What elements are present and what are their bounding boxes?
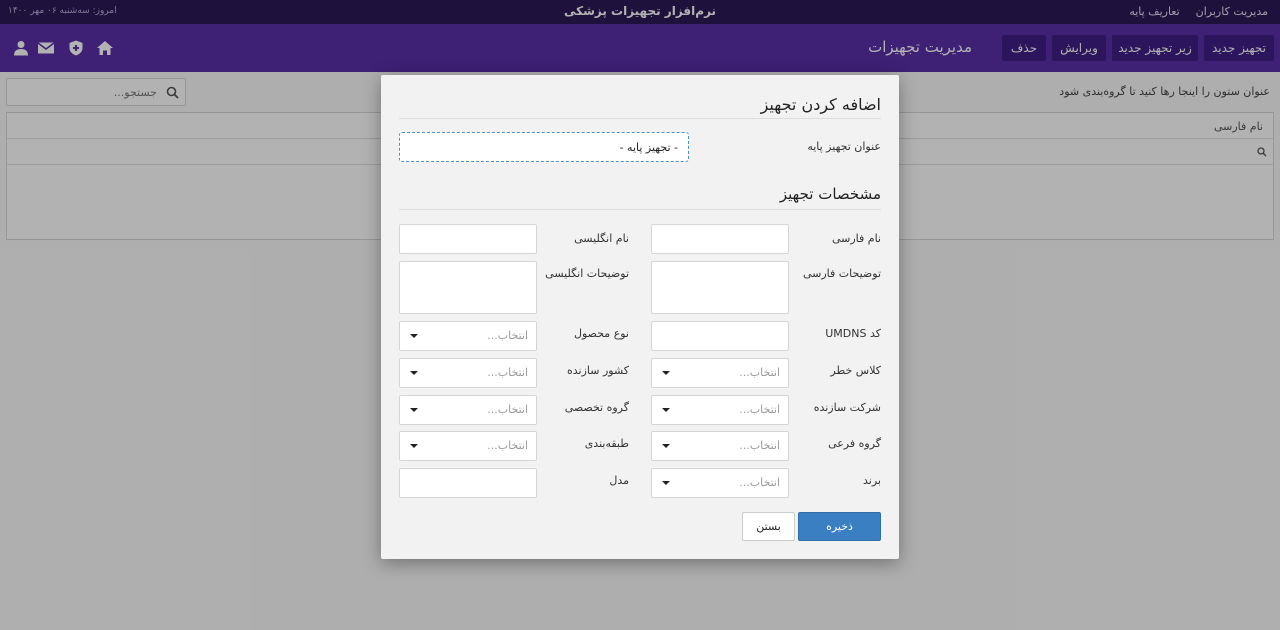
select-placeholder: انتخاب... [739,403,780,416]
title-divider [399,118,881,119]
specialty-group-label: گروه تخصصی [564,401,629,414]
save-button[interactable]: ذخیره [798,512,881,541]
base-equipment-value: - تجهیز پایه - [619,141,678,154]
product-type-label: نوع محصول [573,327,629,340]
select-placeholder: انتخاب... [739,476,780,489]
caret-down-icon [410,334,418,338]
maker-company-label: شرکت سازنده [813,401,881,414]
maker-country-label: کشور سازنده [566,364,629,377]
persian-name-label: نام فارسی [831,232,881,245]
english-name-label: نام انگلیسی [574,232,629,245]
caret-down-icon [662,371,670,375]
select-placeholder: انتخاب... [487,366,528,379]
risk-class-select[interactable]: انتخاب... [651,358,789,388]
umdns-label: کد UMDNS [825,327,881,340]
base-equipment-label: عنوان تجهیز پایه [807,140,881,153]
section-divider [399,209,881,210]
select-placeholder: انتخاب... [487,403,528,416]
umdns-input[interactable] [651,321,789,351]
caret-down-icon [662,408,670,412]
maker-country-select[interactable]: انتخاب... [399,358,537,388]
add-equipment-dialog: اضافه کردن تجهیز عنوان تجهیز پایه - تجهی… [381,75,899,559]
classification-select[interactable]: انتخاب... [399,431,537,461]
select-placeholder: انتخاب... [487,439,528,452]
model-label: مدل [609,474,629,487]
caret-down-icon [662,481,670,485]
section-title: مشخصات تجهیز [779,185,881,203]
caret-down-icon [410,444,418,448]
english-name-input[interactable] [399,224,537,254]
persian-desc-label: توضیحات فارسی [802,267,881,280]
dialog-title: اضافه کردن تجهیز [760,95,881,114]
model-input[interactable] [399,468,537,498]
brand-select[interactable]: انتخاب... [651,468,789,498]
caret-down-icon [662,444,670,448]
specialty-group-select[interactable]: انتخاب... [399,395,537,425]
select-placeholder: انتخاب... [739,439,780,452]
classification-label: طبقه‌بندی [584,437,629,450]
caret-down-icon [410,371,418,375]
caret-down-icon [410,408,418,412]
brand-label: برند [863,474,881,487]
maker-company-select[interactable]: انتخاب... [651,395,789,425]
subgroup-select[interactable]: انتخاب... [651,431,789,461]
product-type-select[interactable]: انتخاب... [399,321,537,351]
risk-class-label: کلاس خطر [830,364,881,377]
select-placeholder: انتخاب... [487,329,528,342]
english-desc-label: توضیحات انگلیسی [545,267,629,280]
persian-name-input[interactable] [651,224,789,254]
persian-desc-textarea[interactable] [651,261,789,314]
english-desc-textarea[interactable] [399,261,537,314]
close-button[interactable]: بستن [742,512,795,541]
subgroup-label: گروه فرعی [828,437,881,450]
base-equipment-select[interactable]: - تجهیز پایه - [399,132,689,162]
select-placeholder: انتخاب... [739,366,780,379]
